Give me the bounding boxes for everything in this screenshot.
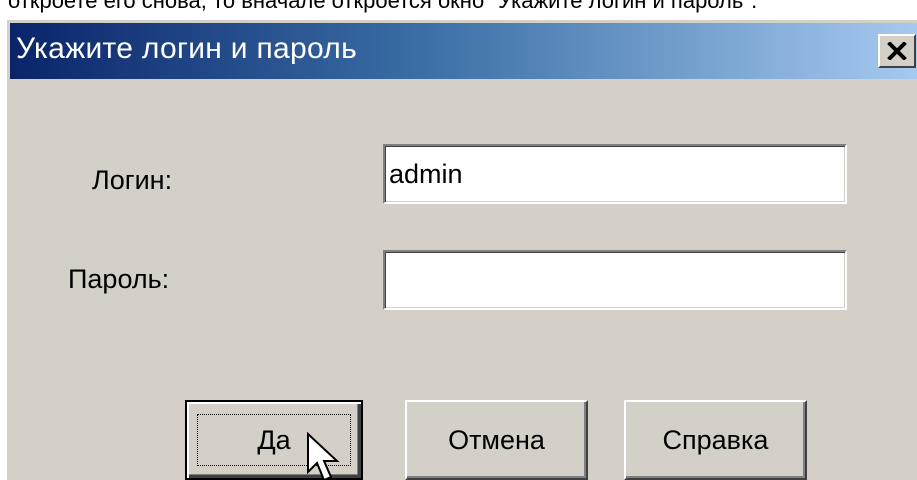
login-label: Логин:	[92, 165, 173, 195]
page-caption: откроете его снова, то вначале откроется…	[8, 0, 758, 13]
cancel-button[interactable]: Отмена	[405, 400, 588, 480]
close-icon	[887, 42, 907, 60]
screen: откроете его снова, то вначале откроется…	[0, 0, 917, 480]
ok-button[interactable]: Да	[185, 400, 363, 480]
dialog-title: Укажите логин и пароль	[16, 32, 358, 65]
login-dialog: Укажите логин и пароль Логин: Пароль: Да…	[4, 20, 917, 480]
close-button[interactable]	[878, 34, 916, 68]
ok-button-label: Да	[257, 424, 291, 455]
password-label: Пароль:	[68, 264, 170, 294]
help-button-label: Справка	[662, 424, 769, 455]
login-input[interactable]	[383, 144, 847, 204]
password-input[interactable]	[383, 250, 847, 310]
cancel-button-label: Отмена	[448, 424, 545, 455]
dialog-titlebar[interactable]: Укажите логин и пароль	[10, 23, 917, 79]
help-button[interactable]: Справка	[624, 400, 807, 480]
